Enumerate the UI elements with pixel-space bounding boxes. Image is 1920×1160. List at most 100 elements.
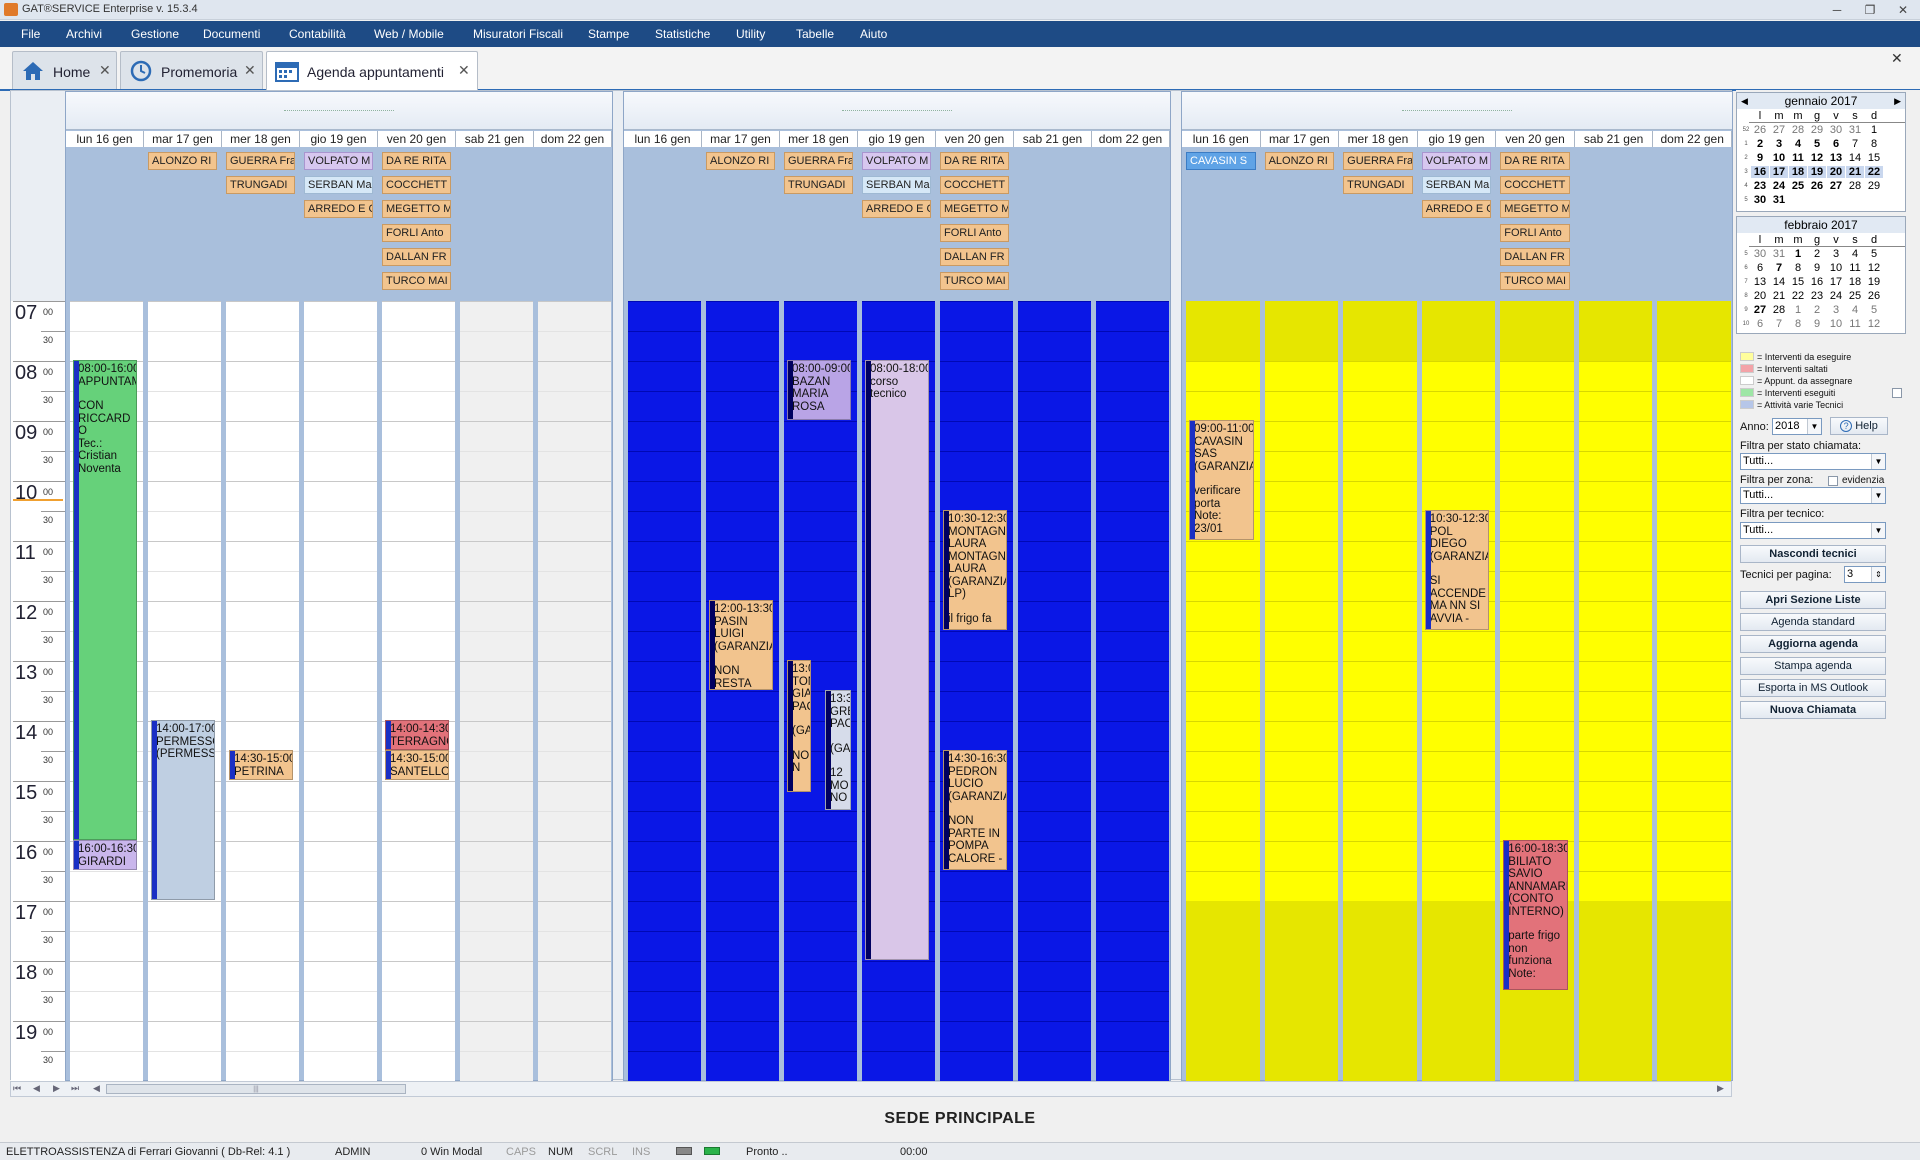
menu-aiuto[interactable]: Aiuto [860, 27, 887, 41]
calendar-day[interactable]: 6 [1751, 318, 1769, 330]
day-header[interactable]: lun 16 gen [1182, 131, 1261, 147]
appointment[interactable]: 14:30-15:00 PETRINA [229, 750, 293, 780]
calendar-day[interactable]: 25 [1846, 290, 1864, 302]
allday-appointment[interactable]: VOLPATO M [1421, 152, 1492, 170]
sidebar-button-aggiorna-agenda[interactable]: Aggiorna agenda [1740, 635, 1886, 653]
calendar-day[interactable]: 14 [1770, 276, 1788, 288]
calendar-day[interactable]: 27 [1770, 124, 1788, 136]
calendar-day[interactable]: 24 [1770, 180, 1788, 192]
tab-agenda[interactable]: Agenda appuntamenti ✕ [266, 51, 478, 91]
day-header[interactable]: lun 16 gen [66, 131, 144, 147]
appointment[interactable]: 16:00-18:30 BILIATO SAVIO ANNAMARI (CONTO INT… [1503, 840, 1568, 990]
calendar-day[interactable]: 9 [1808, 318, 1826, 330]
day-column[interactable] [1018, 301, 1091, 1081]
scroll-thumb[interactable]: ||| [106, 1084, 406, 1094]
tab-agenda-close-icon[interactable]: ✕ [458, 62, 470, 79]
allday-appointment[interactable]: DALLAN FR [382, 248, 451, 266]
calendar-day[interactable]: 13 [1751, 276, 1769, 288]
close-window-button[interactable]: ✕ [1892, 2, 1914, 18]
calendar-day[interactable]: 12 [1865, 318, 1883, 330]
calendar-day[interactable]: 11 [1789, 152, 1807, 164]
calendar-day[interactable]: 19 [1865, 276, 1883, 288]
next-month-icon[interactable]: ▶ [1894, 93, 1901, 109]
allday-appointment[interactable]: MEGETTO M [382, 200, 451, 218]
allday-appointment[interactable]: COCCHETT [940, 176, 1009, 194]
close-tab-panel-icon[interactable]: ✕ [1891, 50, 1903, 67]
calendar-day[interactable]: 10 [1827, 318, 1845, 330]
day-column[interactable] [1186, 301, 1260, 1081]
appointment[interactable]: 14:30-16:30 PEDRON LUCIO (GARANZIA NON PARTE … [943, 750, 1007, 870]
filtro-stato-select[interactable]: Tutti... ▼ [1740, 453, 1886, 470]
calendar-day[interactable]: 26 [1751, 124, 1769, 136]
calendar-day[interactable]: 17 [1770, 166, 1788, 178]
appointment[interactable]: 14:00-17:00PERMESSO(PERMESSO [151, 720, 215, 900]
day-column[interactable] [538, 301, 611, 1081]
allday-appointment[interactable]: ALONZO RI [148, 152, 217, 170]
calendar-day[interactable]: 5 [1865, 304, 1883, 316]
appointment[interactable]: 14:00-14:30 TERRAGNO [385, 720, 449, 750]
first-page-icon[interactable]: ⏮ [13, 1083, 21, 1094]
day-column[interactable] [1343, 301, 1417, 1081]
day-header[interactable]: mer 18 gen [222, 131, 300, 147]
tab-home-close-icon[interactable]: ✕ [99, 62, 111, 79]
calendar-day[interactable]: 13 [1827, 152, 1845, 164]
anno-select[interactable]: 2018 ▼ [1772, 418, 1822, 435]
allday-appointment[interactable]: SERBAN Ma [862, 176, 931, 194]
appointment[interactable]: 08:00-18:00 corso tecnico [865, 360, 929, 960]
calendar-day[interactable]: 12 [1808, 152, 1826, 164]
calendar-day[interactable]: 28 [1770, 304, 1788, 316]
calendar-day[interactable]: 2 [1808, 248, 1826, 260]
allday-appointment[interactable]: MEGETTO M [1500, 200, 1570, 218]
calendar-day[interactable]: 3 [1827, 304, 1845, 316]
menu-documenti[interactable]: Documenti [203, 27, 260, 41]
allday-appointment[interactable]: FORLI Anto [940, 224, 1009, 242]
allday-appointment[interactable]: DA RE RITA [940, 152, 1009, 170]
prev-month-icon[interactable]: ◀ [1741, 93, 1748, 109]
calendar-day[interactable]: 7 [1770, 262, 1788, 274]
prev-page-icon[interactable]: ◀ [33, 1083, 40, 1094]
day-header[interactable]: mar 17 gen [702, 131, 780, 147]
allday-appointment[interactable]: TRUNGADI [226, 176, 295, 194]
day-column[interactable] [1096, 301, 1169, 1081]
calendar-day[interactable]: 21 [1846, 166, 1864, 178]
menu-tabelle[interactable]: Tabelle [796, 27, 834, 41]
calendar-day[interactable]: 27 [1827, 180, 1845, 192]
allday-appointment[interactable]: DALLAN FR [940, 248, 1009, 266]
calendar-day[interactable]: 14 [1846, 152, 1864, 164]
scroll-right-icon[interactable]: ▶ [1717, 1083, 1724, 1094]
sidebar-button-nuova-chiamata[interactable]: Nuova Chiamata [1740, 701, 1886, 719]
calendar-day[interactable]: 31 [1770, 248, 1788, 260]
allday-appointment[interactable]: TURCO MAI [1500, 272, 1570, 290]
day-column[interactable] [226, 301, 299, 1081]
calendar-day[interactable]: 4 [1789, 138, 1807, 150]
allday-appointment[interactable]: DA RE RITA [382, 152, 451, 170]
sidebar-button-stampa-agenda[interactable]: Stampa agenda [1740, 657, 1886, 675]
allday-appointment[interactable]: SERBAN Ma [1421, 176, 1492, 194]
allday-appointment[interactable]: ARREDO E C [862, 200, 931, 218]
allday-appointment[interactable]: TURCO MAI [940, 272, 1009, 290]
calendar-day[interactable]: 10 [1827, 262, 1845, 274]
calendar-day[interactable]: 7 [1846, 138, 1864, 150]
allday-appointment[interactable]: GUERRA Fra [1343, 152, 1413, 170]
calendar-day[interactable]: 11 [1846, 262, 1864, 274]
calendar-day[interactable]: 9 [1808, 262, 1826, 274]
tecnici-pagina-stepper[interactable]: 3 ⇕ [1844, 566, 1886, 583]
calendar-day[interactable]: 21 [1770, 290, 1788, 302]
calendar-day[interactable]: 28 [1846, 180, 1864, 192]
day-column[interactable] [1264, 301, 1339, 1081]
appointment[interactable]: 13:00TONGIAPAC (GA NON [787, 660, 811, 792]
calendar-day[interactable]: 16 [1808, 276, 1826, 288]
calendar-day[interactable]: 12 [1865, 262, 1883, 274]
allday-appointment[interactable]: ALONZO RI [706, 152, 775, 170]
calendar-day[interactable]: 5 [1808, 138, 1826, 150]
day-header[interactable]: gio 19 gen [300, 131, 378, 147]
calendar-day[interactable]: 8 [1865, 138, 1883, 150]
allday-appointment[interactable]: GUERRA Fra [226, 152, 295, 170]
day-column[interactable] [1578, 301, 1653, 1081]
calendar-day[interactable]: 29 [1865, 180, 1883, 192]
day-column[interactable] [706, 301, 779, 1081]
day-header[interactable]: ven 20 gen [1496, 131, 1575, 147]
last-page-icon[interactable]: ⏭ [71, 1083, 79, 1094]
sidebar-button-agenda-standard[interactable]: Agenda standard [1740, 613, 1886, 631]
calendar-day[interactable]: 15 [1789, 276, 1807, 288]
